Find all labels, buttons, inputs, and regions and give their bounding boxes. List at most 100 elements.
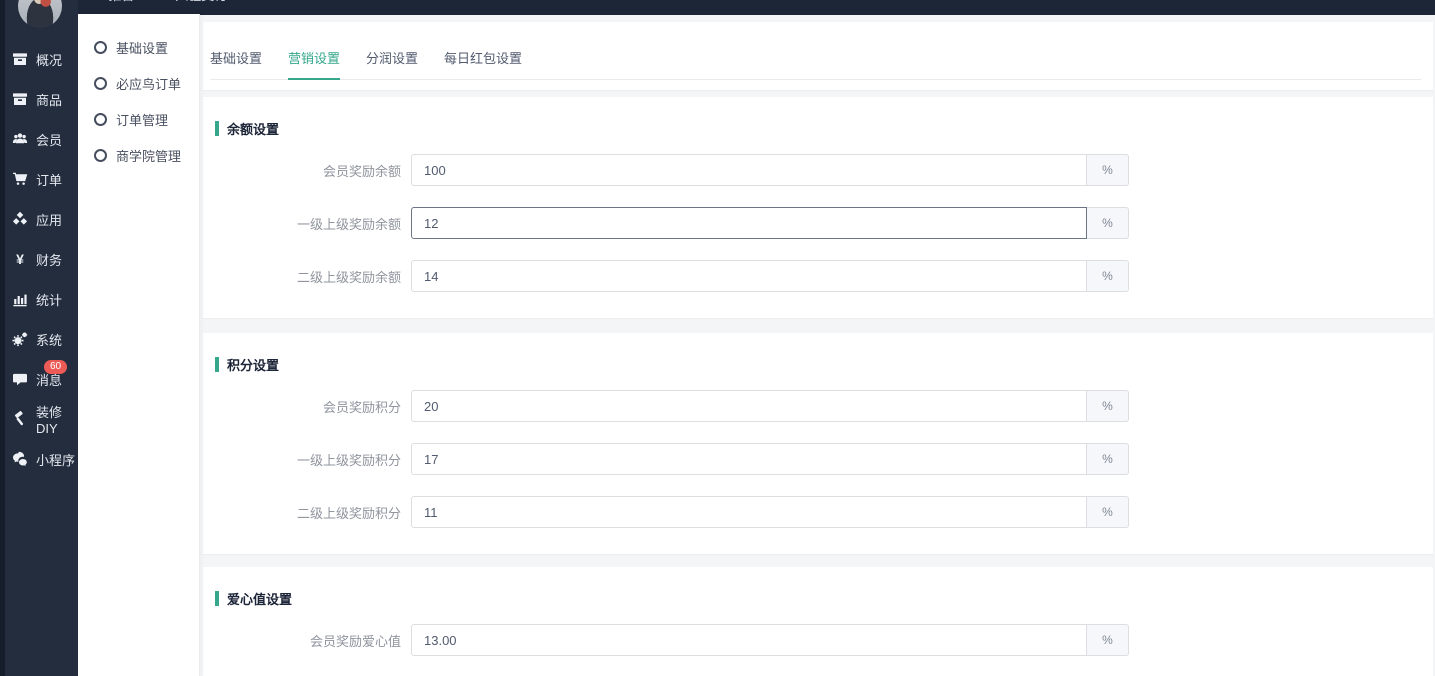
sidebar-item-miniprogram-wechat[interactable]: 小程序 [0, 439, 78, 479]
sidebar-item-label: 装修DIY [36, 402, 78, 436]
sidebar-item-apps-cubes[interactable]: 应用 [0, 199, 78, 239]
setting-row: 二级上级奖励余额% [215, 260, 1417, 292]
settings-card-2: 积分设置会员奖励积分%一级上级奖励积分%二级上级奖励积分% [203, 333, 1433, 554]
percent-input-group: % [411, 207, 1129, 239]
percent-addon: % [1087, 624, 1129, 656]
admin-app: ♥推台 ●入驻支付 概况商品会员订单应用 ¥ 财务统计系统消息60装修DIY 小程序 基… [0, 0, 1435, 676]
circle-o-icon [94, 77, 107, 90]
setting-label: 一级上级奖励余额 [215, 214, 411, 233]
topbar-item-2[interactable]: ●入驻支付 [163, 0, 228, 4]
setting-label: 会员奖励积分 [215, 397, 411, 416]
sidebar-item-members-users[interactable]: 会员 [0, 119, 78, 159]
percent-addon: % [1087, 390, 1129, 422]
tab-card: 基础设置营销设置分润设置每日红包设置 [203, 22, 1433, 90]
topbar-item-1[interactable]: ♥推台 [96, 0, 135, 4]
submenu-item-4[interactable]: 商学院管理 [78, 137, 199, 173]
percent-input[interactable] [411, 207, 1087, 239]
sidebar-item-stats-chart[interactable]: 统计 [0, 279, 78, 319]
primary-sidebar: 概况商品会员订单应用 ¥ 财务统计系统消息60装修DIY 小程序 [0, 0, 78, 676]
section-accent-bar [215, 357, 219, 372]
goods-box-icon [12, 91, 28, 107]
sidebar-item-label: 统计 [36, 290, 62, 309]
setting-row: 二级上级奖励积分% [215, 496, 1417, 528]
tab-2[interactable]: 营销设置 [288, 48, 340, 80]
tab-4[interactable]: 每日红包设置 [444, 48, 522, 80]
sidebar-item-label: 财务 [36, 250, 62, 269]
percent-input[interactable] [411, 154, 1087, 186]
percent-input[interactable] [411, 496, 1087, 528]
percent-input-group: % [411, 154, 1129, 186]
percent-input[interactable] [411, 260, 1087, 292]
sidebar-item-orders-cart[interactable]: 订单 [0, 159, 78, 199]
message-bubble-icon [12, 371, 28, 387]
percent-input[interactable] [411, 390, 1087, 422]
percent-addon: % [1087, 496, 1129, 528]
sidebar-nav: 概况商品会员订单应用 ¥ 财务统计系统消息60装修DIY 小程序 [0, 39, 78, 479]
top-bar: ♥推台 ●入驻支付 [0, 0, 1435, 15]
setting-label: 会员奖励爱心值 [215, 631, 411, 650]
sidebar-item-label: 系统 [36, 330, 62, 349]
percent-input[interactable] [411, 443, 1087, 475]
submenu-item-1[interactable]: 基础设置 [78, 29, 199, 65]
sidebar-item-label: 概况 [36, 50, 62, 69]
circle-o-icon [94, 149, 107, 162]
orders-cart-icon [12, 171, 28, 187]
sidebar-item-overview-box[interactable]: 概况 [0, 39, 78, 79]
sidebar-item-goods-box[interactable]: 商品 [0, 79, 78, 119]
sidebar-item-label: 小程序 [36, 450, 75, 469]
sidebar-item-diy-hammer[interactable]: 装修DIY [0, 399, 78, 439]
section-title: 爱心值设置 [215, 589, 1417, 608]
tab-3[interactable]: 分润设置 [366, 48, 418, 80]
percent-input-group: % [411, 390, 1129, 422]
percent-addon: % [1087, 443, 1129, 475]
section-title-text: 积分设置 [227, 355, 279, 374]
sidebar-item-label: 会员 [36, 130, 62, 149]
main-content: 基础设置营销设置分润设置每日红包设置 余额设置会员奖励余额%一级上级奖励余额%二… [200, 15, 1435, 676]
percent-input-group: % [411, 260, 1129, 292]
percent-input-group: % [411, 443, 1129, 475]
settings-card-3: 爱心值设置会员奖励爱心值%% [203, 567, 1433, 676]
topbar-item-label: 入驻支付 [175, 0, 227, 4]
percent-addon: % [1087, 260, 1129, 292]
sidebar-item-finance-yen[interactable]: ¥ 财务 [0, 239, 78, 279]
submenu-item-3[interactable]: 订单管理 [78, 101, 199, 137]
miniprogram-wechat-icon [12, 451, 28, 467]
user-avatar[interactable] [18, 0, 62, 28]
setting-label: 二级上级奖励余额 [215, 267, 411, 286]
submenu-item-2[interactable]: 必应鸟订单 [78, 65, 199, 101]
sidebar-item-label: 商品 [36, 90, 62, 109]
submenu-item-label: 订单管理 [116, 110, 168, 129]
settings-cards: 余额设置会员奖励余额%一级上级奖励余额%二级上级奖励余额%积分设置会员奖励积分%… [200, 97, 1435, 676]
percent-addon: % [1087, 154, 1129, 186]
tab-1[interactable]: 基础设置 [210, 48, 262, 80]
percent-input-group: % [411, 496, 1129, 528]
sidebar-item-label: 应用 [36, 210, 62, 229]
setting-row: 会员奖励积分% [215, 390, 1417, 422]
section-title: 积分设置 [215, 355, 1417, 374]
percent-addon: % [1087, 207, 1129, 239]
section-accent-bar [215, 121, 219, 136]
submenu-item-label: 商学院管理 [116, 146, 181, 165]
submenu-item-label: 必应鸟订单 [116, 74, 181, 93]
setting-row: 一级上级奖励余额% [215, 207, 1417, 239]
sidebar-item-system-gears[interactable]: 系统 [0, 319, 78, 359]
section-title: 余额设置 [215, 119, 1417, 138]
overview-box-icon [12, 51, 28, 67]
section-title-text: 爱心值设置 [227, 589, 292, 608]
setting-label: 二级上级奖励积分 [215, 503, 411, 522]
setting-row: 一级上级奖励积分% [215, 443, 1417, 475]
sidebar-item-label: 订单 [36, 170, 62, 189]
stats-chart-icon [12, 291, 28, 307]
percent-input[interactable] [411, 624, 1087, 656]
finance-yen-icon: ¥ [12, 251, 28, 267]
sidebar-item-message-bubble[interactable]: 消息60 [0, 359, 78, 399]
settings-tabs: 基础设置营销设置分润设置每日红包设置 [210, 22, 1421, 80]
top-bar-menu: ♥推台 ●入驻支付 [0, 0, 1435, 15]
system-gears-icon [12, 331, 28, 347]
topbar-item-label: 推台 [109, 0, 135, 4]
setting-row: 会员奖励余额% [215, 154, 1417, 186]
apps-cubes-icon [12, 211, 28, 227]
members-users-icon [12, 131, 28, 147]
submenu-item-label: 基础设置 [116, 38, 168, 57]
diy-hammer-icon [12, 411, 28, 427]
